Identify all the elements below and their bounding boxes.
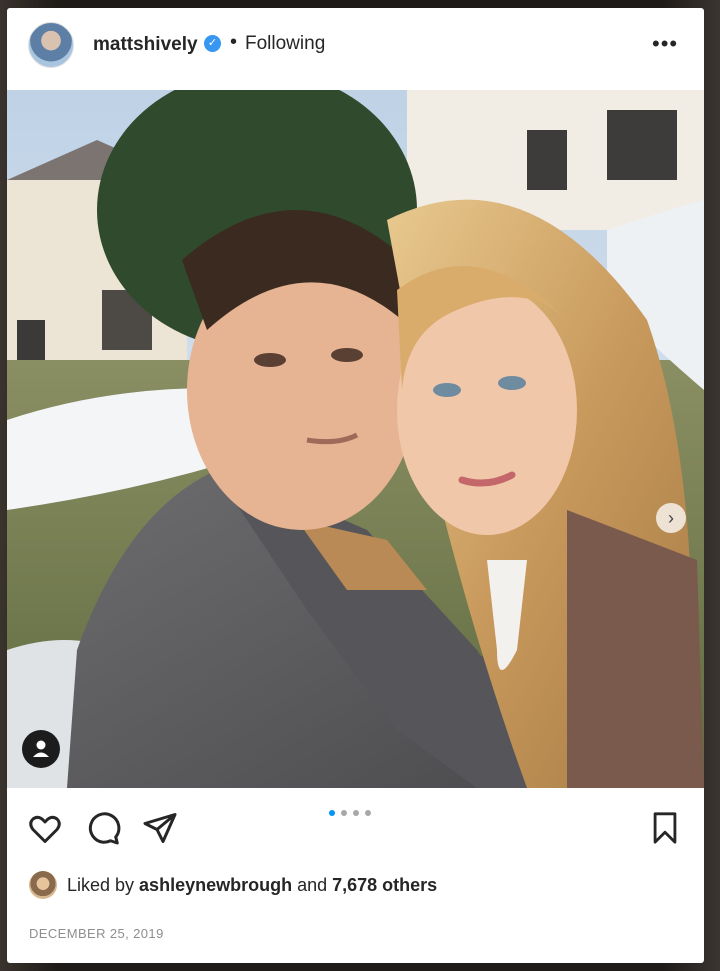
carousel-dot (365, 810, 371, 816)
likes-middle: and (292, 874, 333, 895)
bookmark-icon[interactable] (648, 810, 682, 851)
comment-icon[interactable] (85, 810, 121, 851)
author-username[interactable]: mattshively (93, 34, 198, 56)
post-image-illustration (7, 90, 704, 788)
tagged-user-icon[interactable] (22, 730, 60, 768)
carousel-dot (353, 810, 359, 816)
author-avatar[interactable] (28, 22, 74, 68)
likes-prefix: Liked by (67, 874, 140, 895)
likes-summary: Liked by ashleynewbrough and 7,678 other… (29, 870, 437, 900)
post-image[interactable]: › (7, 90, 704, 788)
follow-status-button[interactable]: Following (245, 33, 325, 55)
liker-avatar[interactable] (29, 871, 57, 899)
instagram-post-card: mattshively ✓ • Following ••• › Liked by… (7, 8, 704, 963)
post-actions-bar (7, 788, 704, 858)
header-separator: • (230, 31, 238, 53)
liker-username[interactable]: ashleynewbrough (139, 875, 292, 895)
post-date[interactable]: DECEMBER 25, 2019 (29, 926, 164, 941)
post-header: mattshively ✓ • Following ••• (7, 8, 704, 90)
more-options-icon[interactable]: ••• (652, 31, 678, 57)
carousel-indicator (329, 810, 371, 816)
likes-count-link[interactable]: 7,678 others (332, 875, 437, 895)
likes-text: Liked by ashleynewbrough and 7,678 other… (67, 875, 437, 896)
verified-badge-icon: ✓ (204, 35, 221, 52)
heart-icon[interactable] (27, 810, 63, 851)
paper-plane-icon[interactable] (142, 810, 178, 851)
carousel-next-arrow-icon[interactable]: › (656, 503, 686, 533)
carousel-dot-active (329, 810, 335, 816)
carousel-dot (341, 810, 347, 816)
